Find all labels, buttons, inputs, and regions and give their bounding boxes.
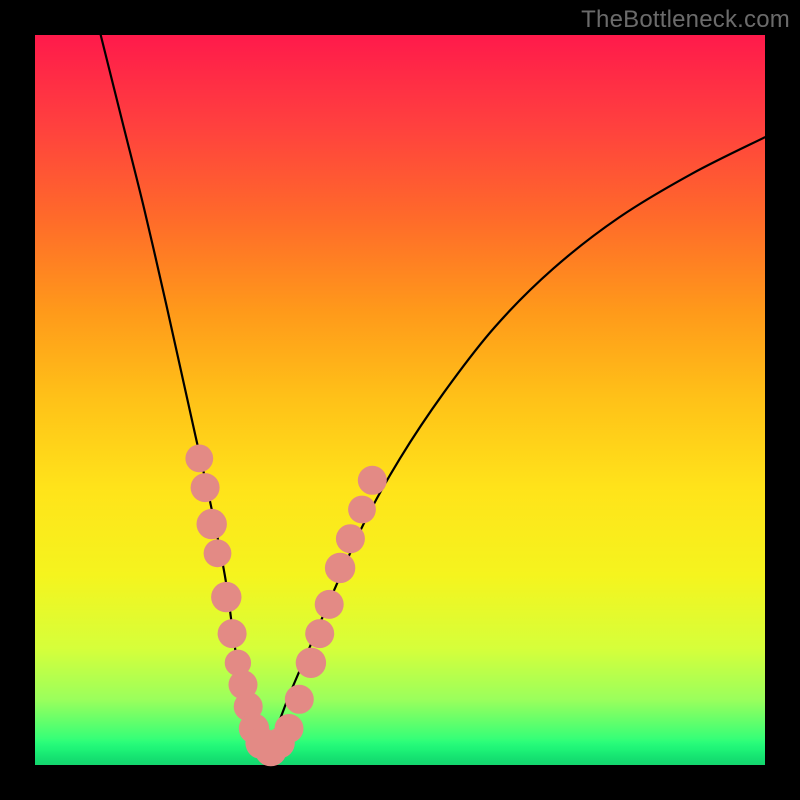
bead-marker — [185, 445, 213, 473]
bead-marker — [218, 619, 247, 648]
bead-marker — [305, 619, 334, 648]
bead-group — [185, 445, 386, 767]
plot-area — [35, 35, 765, 765]
bead-marker — [358, 466, 387, 495]
bead-marker — [325, 553, 355, 583]
bead-marker — [315, 590, 344, 619]
bead-marker — [211, 582, 241, 612]
bead-marker — [204, 539, 232, 567]
right-curve — [261, 137, 765, 750]
curve-layer — [35, 35, 765, 765]
bead-marker — [197, 509, 227, 539]
bead-marker — [296, 648, 326, 678]
bead-marker — [285, 685, 314, 714]
bead-marker — [336, 524, 365, 553]
watermark-text: TheBottleneck.com — [581, 6, 790, 34]
bead-marker — [348, 496, 376, 524]
bead-marker — [275, 714, 304, 743]
bead-marker — [191, 473, 220, 502]
chart-frame: TheBottleneck.com — [0, 0, 800, 800]
